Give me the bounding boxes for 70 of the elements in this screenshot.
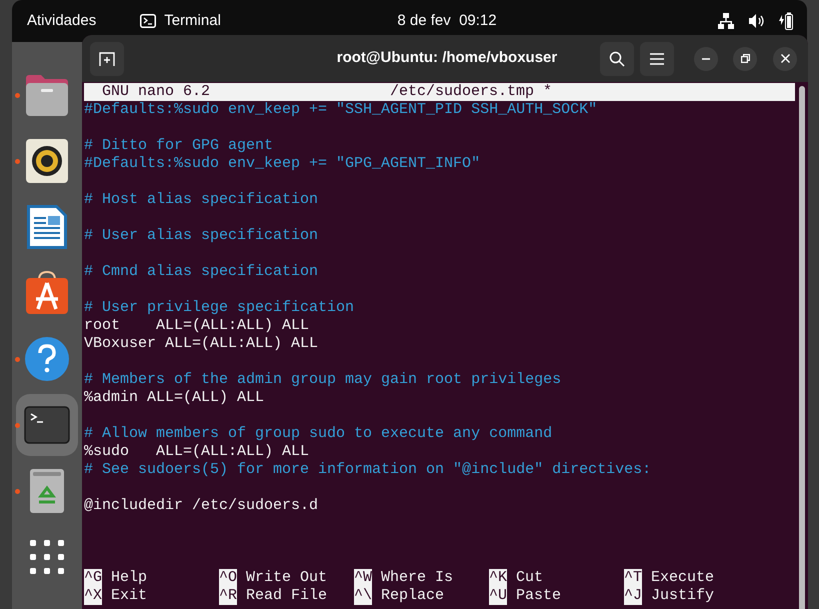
restore-icon [740,54,750,63]
code-comment: # Cmnd alias specification [84,263,318,280]
scrollbar[interactable] [799,86,805,609]
code-comment: # Host alias specification [84,191,318,208]
new-tab-button[interactable] [90,42,124,76]
new-tab-icon [99,52,115,66]
code-line: root ALL=(ALL:ALL) ALL [84,317,310,334]
code-comment: # Members of the admin group may gain root privileges [84,371,562,388]
shortcut-key: ^T [624,569,642,587]
question-mark-icon [24,336,70,382]
running-indicator [15,489,20,494]
minimize-button[interactable] [694,46,718,70]
menu-button[interactable] [640,42,674,76]
shortcut-key: ^K [489,569,508,587]
speaker-icon [25,138,69,184]
shortcut-label: Execute [651,569,714,587]
shortcut-label: Write Out [246,569,328,587]
maximize-button[interactable] [733,46,757,70]
running-indicator [15,159,20,164]
file-name: /etc/sudoers.tmp * [390,83,552,101]
code-line: %admin ALL=(ALL) ALL [84,389,264,406]
menu-icon [650,52,664,64]
running-indicator [15,423,20,428]
network-icon[interactable] [717,13,735,29]
code-comment: # User alias specification [84,227,318,244]
activities-button[interactable]: Atividades [27,10,96,32]
shopping-bag-icon [24,270,70,316]
search-button[interactable] [600,42,634,76]
terminal-icon [140,14,156,28]
shortcut-key: ^O [219,569,238,587]
shortcut-label: Help [111,569,148,587]
shortcut-key: ^G [84,569,102,587]
shortcut-key: ^J [624,587,642,605]
shortcut-key: ^\ [354,587,372,605]
code-line: VBoxuser ALL=(ALL:ALL) ALL [84,335,318,352]
close-button[interactable] [773,46,797,70]
nano-version: GNU nano 6.2 [102,83,210,101]
minimize-icon [702,58,710,60]
volume-icon[interactable] [749,14,765,28]
running-indicator [15,93,20,98]
close-icon [780,54,790,63]
shortcut-key: ^X [84,587,102,605]
shortcut-label: Cut [516,569,544,587]
shortcut-label: Where Is [381,569,454,587]
window-title: root@Ubuntu: /home/vboxuser [336,48,558,68]
shortcut-key: ^W [354,569,372,587]
shortcut-label: Justify [651,587,714,605]
code-comment: # Ditto for GPG agent [84,137,274,154]
shortcut-label: Exit [111,587,148,605]
app-grid-icon [30,540,64,574]
code-comment: # User privilege specification [84,299,354,316]
terminal-icon [24,406,70,444]
shortcut-label: Replace [381,587,444,605]
document-icon [25,203,69,251]
shortcut-key: ^R [219,587,238,605]
battery-icon[interactable] [779,12,793,30]
shortcut-label: Paste [516,587,562,605]
running-indicator [15,357,20,362]
shortcut-label: Read File [246,587,328,605]
code-comment: # Allow members of group sudo to execute any command [84,425,552,442]
app-menu[interactable]: Terminal [164,10,221,32]
code-comment: #Defaults:%sudo env_keep += "GPG_AGENT_INFO" [84,155,480,172]
code-comment: # See sudoers(5) for more information on "@include" directives: [84,461,652,478]
shortcut-key: ^U [489,587,508,605]
clock[interactable]: 8 de fev 09:12 [352,10,542,32]
code-comment: #Defaults:%sudo env_keep += "SSH_AGENT_PID SSH_AUTH_SOCK" [84,101,598,118]
code-line: %sudo ALL=(ALL:ALL) ALL [84,443,310,460]
code-line: @includedir /etc/sudoers.d [84,497,318,514]
search-icon [609,50,625,66]
folder-icon [24,72,70,118]
